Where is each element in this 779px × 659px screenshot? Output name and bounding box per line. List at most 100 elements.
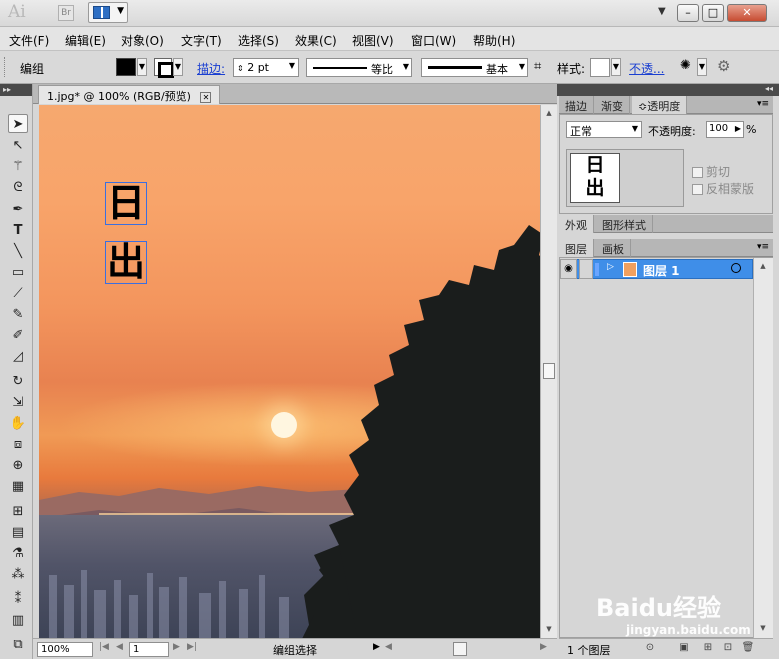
vertical-scrollbar[interactable]: ▲ ▼: [540, 105, 557, 638]
rotate-tool-icon[interactable]: ↻: [8, 372, 28, 391]
paintbrush-tool-icon[interactable]: ⟋: [8, 284, 28, 303]
maximize-button[interactable]: □: [702, 4, 724, 22]
recolor-artwork-icon[interactable]: ✺: [680, 58, 691, 73]
scroll-thumb[interactable]: [543, 363, 555, 379]
h-scroll-right-icon[interactable]: ▶: [540, 642, 547, 652]
tab-gradient[interactable]: 渐变: [595, 96, 630, 114]
stroke-link[interactable]: 描边:: [197, 60, 225, 77]
symbol-sprayer-tool-icon[interactable]: ⁑: [8, 590, 28, 609]
type-tool-icon[interactable]: T: [8, 221, 28, 240]
visibility-eye-icon[interactable]: ◉: [560, 259, 577, 279]
gradient-tool-icon[interactable]: ▤: [8, 523, 28, 542]
column-graph-tool-icon[interactable]: ▥: [8, 611, 28, 630]
gear-icon[interactable]: ⚙: [717, 57, 730, 75]
arrange-documents-button[interactable]: ▼: [88, 2, 128, 23]
chevron-down-icon[interactable]: ▼: [519, 62, 525, 71]
opacity-field[interactable]: 100 ▶: [706, 121, 744, 138]
stepper-icon[interactable]: ⇕: [237, 64, 244, 73]
grip-handle[interactable]: [4, 57, 7, 77]
shape-builder-tool-icon[interactable]: ⊕: [8, 456, 28, 475]
layers-scrollbar[interactable]: ▲ ▼: [753, 258, 773, 638]
h-scroll-thumb[interactable]: [453, 642, 467, 656]
perspective-grid-tool-icon[interactable]: ▦: [8, 477, 28, 496]
pencil-tool-icon[interactable]: ✎: [8, 305, 28, 324]
transform-icon[interactable]: ⌗: [534, 59, 541, 74]
selection-tool-icon[interactable]: ➤: [8, 114, 28, 133]
menu-view[interactable]: 视图(V): [352, 32, 394, 49]
canvas-text-char1[interactable]: 日: [105, 182, 147, 225]
menu-file[interactable]: 文件(F): [9, 32, 49, 49]
warp-tool-icon[interactable]: ✋: [8, 414, 28, 433]
scroll-down-icon[interactable]: ▼: [757, 622, 769, 634]
scale-tool-icon[interactable]: ⇲: [8, 393, 28, 412]
scroll-down-icon[interactable]: ▼: [543, 623, 555, 635]
stroke-color-dropdown[interactable]: ▼: [173, 58, 183, 76]
locate-object-icon[interactable]: ⊙: [643, 642, 657, 656]
opacity-link[interactable]: 不透...: [629, 60, 664, 77]
menu-window[interactable]: 窗口(W): [411, 32, 456, 49]
chevron-down-icon[interactable]: ▼: [289, 61, 295, 70]
minimize-button[interactable]: –: [677, 4, 699, 22]
new-layer-icon[interactable]: ⊡: [721, 642, 735, 656]
blend-tool-icon[interactable]: ⁂: [8, 565, 28, 584]
rectangle-tool-icon[interactable]: ▭: [8, 263, 28, 282]
collapse-panels-icon[interactable]: ◂◂: [765, 84, 773, 93]
next-artboard-icon[interactable]: ▶: [173, 642, 180, 652]
eyedropper-tool-icon[interactable]: ⚗: [8, 544, 28, 563]
panel-dock-header[interactable]: ◂◂: [557, 84, 779, 96]
mask-thumbnail-area[interactable]: 日出: [566, 149, 684, 207]
artboard-field[interactable]: 1: [129, 642, 169, 657]
h-scroll-left-icon[interactable]: ◀: [385, 642, 392, 652]
chevron-right-icon[interactable]: ▶: [735, 124, 741, 133]
pen-tool-icon[interactable]: ✒: [8, 200, 28, 219]
artboard-tool-icon[interactable]: ⧉: [8, 635, 28, 654]
invert-mask-checkbox[interactable]: 反相蒙版: [692, 180, 754, 197]
lasso-tool-icon[interactable]: ᘓ: [8, 178, 28, 197]
tab-artboards[interactable]: 画板: [596, 239, 631, 257]
menu-help[interactable]: 帮助(H): [473, 32, 515, 49]
blend-mode-select[interactable]: 正常 ▼: [566, 121, 642, 138]
tab-layers[interactable]: 图层: [559, 239, 594, 257]
workspace-dropdown-icon[interactable]: ▼: [658, 6, 666, 17]
menu-edit[interactable]: 编辑(E): [65, 32, 106, 49]
stroke-weight-field[interactable]: ⇕ 2 pt ▼: [233, 58, 299, 77]
make-clipping-mask-icon[interactable]: ▣: [677, 642, 691, 656]
eraser-tool-icon[interactable]: ◿: [8, 347, 28, 366]
tab-stroke[interactable]: 描边: [559, 96, 594, 114]
stroke-swatch[interactable]: [154, 58, 174, 78]
canvas-text-char2[interactable]: 出: [105, 241, 147, 284]
graphic-style-swatch[interactable]: [590, 58, 610, 77]
object-thumbnail[interactable]: 日出: [570, 153, 620, 203]
document-tab[interactable]: 1.jpg* @ 100% (RGB/预览) ✕: [38, 85, 221, 104]
blob-brush-tool-icon[interactable]: ✐: [8, 326, 28, 345]
zoom-field[interactable]: 100%: [37, 642, 93, 657]
variable-width-profile[interactable]: 等比 ▼: [306, 58, 412, 77]
status-text[interactable]: 编组选择: [273, 642, 317, 658]
first-artboard-icon[interactable]: |◀: [99, 642, 109, 652]
bridge-button[interactable]: Br: [58, 5, 74, 21]
magic-wand-tool-icon[interactable]: ⚚: [8, 157, 28, 176]
layer-row[interactable]: ◉ ▷ 图层 1: [560, 259, 753, 279]
graphic-style-dropdown[interactable]: ▼: [611, 58, 621, 76]
prev-artboard-icon[interactable]: ◀: [116, 642, 123, 652]
free-transform-tool-icon[interactable]: ⧈: [8, 435, 28, 454]
panel-menu-icon[interactable]: ▾≡: [757, 242, 769, 252]
status-menu-icon[interactable]: ▶: [373, 642, 380, 652]
close-button[interactable]: ✕: [727, 4, 767, 22]
menu-effect[interactable]: 效果(C): [295, 32, 337, 49]
menu-type[interactable]: 文字(T): [181, 32, 222, 49]
document-canvas[interactable]: 日 出: [39, 105, 540, 638]
close-icon[interactable]: ✕: [200, 92, 212, 103]
panel-menu-icon[interactable]: ▾≡: [757, 99, 769, 109]
new-sublayer-icon[interactable]: ⊞: [701, 642, 715, 656]
tab-transparency[interactable]: ≎透明度: [632, 96, 688, 114]
tab-graphic-styles[interactable]: 图形样式: [596, 215, 653, 233]
expand-triangle-icon[interactable]: ▷: [607, 262, 614, 272]
brush-definition[interactable]: 基本 ▼: [421, 58, 528, 77]
menu-select[interactable]: 选择(S): [238, 32, 279, 49]
lock-toggle[interactable]: [579, 259, 593, 279]
tab-appearance[interactable]: 外观: [559, 215, 594, 233]
scroll-up-icon[interactable]: ▲: [757, 260, 769, 272]
recolor-dropdown[interactable]: ▼: [697, 58, 707, 76]
menu-object[interactable]: 对象(O): [121, 32, 164, 49]
